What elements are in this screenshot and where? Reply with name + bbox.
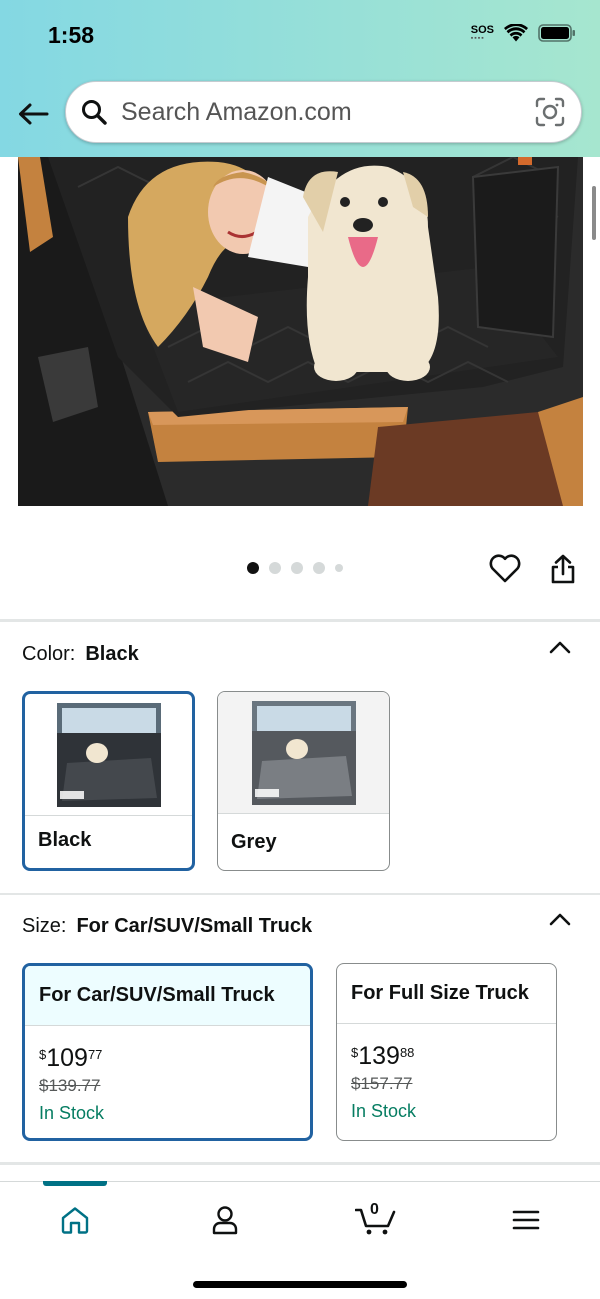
product-image[interactable] (18, 157, 583, 506)
nav-cart[interactable]: 0 (355, 1200, 399, 1240)
camera-search-icon[interactable] (535, 97, 565, 127)
back-arrow-icon (19, 103, 49, 125)
swatch-thumbnail (25, 694, 192, 816)
hamburger-icon (512, 1210, 540, 1230)
bottom-navigation: 0 (0, 1181, 600, 1299)
stock-status: In Stock (39, 1103, 105, 1123)
section-divider (0, 893, 600, 895)
size-label-text: Size: (22, 915, 67, 937)
size-label: Size: For Car/SUV/Small Truck (22, 915, 312, 938)
selected-color: Black (85, 643, 139, 665)
collapse-size-icon[interactable] (549, 912, 571, 926)
person-icon (212, 1206, 238, 1235)
size-option-car-suv[interactable]: For Car/SUV/Small Truck $10977 $139.77 I… (22, 963, 313, 1141)
price-fraction: 77 (87, 1047, 103, 1062)
price-currency: $ (39, 1047, 47, 1062)
battery-icon (538, 24, 575, 42)
wifi-icon (504, 24, 528, 42)
color-label: Color: Black (22, 643, 139, 666)
color-option-grey[interactable]: Grey (217, 691, 390, 871)
color-option-black[interactable]: Black (22, 691, 195, 871)
active-tab-indicator (43, 1181, 107, 1186)
size-option-title: For Full Size Truck (337, 964, 556, 1024)
image-carousel-dots[interactable] (247, 562, 343, 574)
cart-count: 0 (370, 1201, 379, 1218)
price: $10977 (39, 1044, 102, 1073)
sos-label: SOS (470, 23, 494, 36)
carousel-dot[interactable] (269, 562, 281, 574)
swatch-label: Black (38, 829, 92, 851)
list-price: $139.77 (39, 1076, 101, 1095)
carousel-dot[interactable] (291, 562, 303, 574)
home-icon (61, 1207, 89, 1234)
color-label-text: Color: (22, 643, 76, 665)
back-button[interactable] (14, 95, 52, 133)
page-scrollbar[interactable] (592, 186, 596, 240)
search-input[interactable] (121, 97, 511, 127)
price-fraction: 88 (399, 1045, 415, 1060)
price-currency: $ (351, 1045, 359, 1060)
swatch-label: Grey (231, 831, 277, 853)
section-divider (0, 619, 600, 622)
carousel-dot[interactable] (335, 564, 343, 572)
heart-icon (489, 554, 521, 583)
price: $13988 (351, 1042, 414, 1071)
list-price: $157.77 (351, 1074, 413, 1093)
wishlist-button[interactable] (488, 553, 522, 585)
nav-menu[interactable] (506, 1200, 546, 1240)
nav-account[interactable] (205, 1200, 245, 1240)
carousel-dot[interactable] (247, 562, 259, 574)
status-time: 1:58 (48, 22, 95, 48)
home-indicator (193, 1281, 407, 1288)
status-icons: SOS ▪▪▪▪ (471, 24, 576, 42)
section-divider (0, 1162, 600, 1165)
size-option-title: For Car/SUV/Small Truck (25, 966, 310, 1026)
size-option-full-truck[interactable]: For Full Size Truck $13988 $157.77 In St… (336, 963, 557, 1141)
share-button[interactable] (548, 553, 578, 585)
nav-home[interactable] (55, 1200, 95, 1240)
stock-status: In Stock (351, 1101, 417, 1121)
price-whole: 139 (358, 1042, 400, 1070)
selected-size: For Car/SUV/Small Truck (76, 915, 313, 937)
share-icon (551, 554, 575, 584)
swatch-thumbnail (218, 692, 389, 814)
signal-dots-icon: ▪▪▪▪ (470, 34, 485, 42)
collapse-color-icon[interactable] (549, 640, 571, 654)
app-header: 1:58 SOS ▪▪▪▪ (0, 0, 600, 157)
search-bar[interactable] (65, 81, 582, 143)
search-icon (81, 98, 109, 126)
sos-indicator: SOS ▪▪▪▪ (470, 23, 494, 42)
price-whole: 109 (46, 1044, 88, 1072)
carousel-dot[interactable] (313, 562, 325, 574)
